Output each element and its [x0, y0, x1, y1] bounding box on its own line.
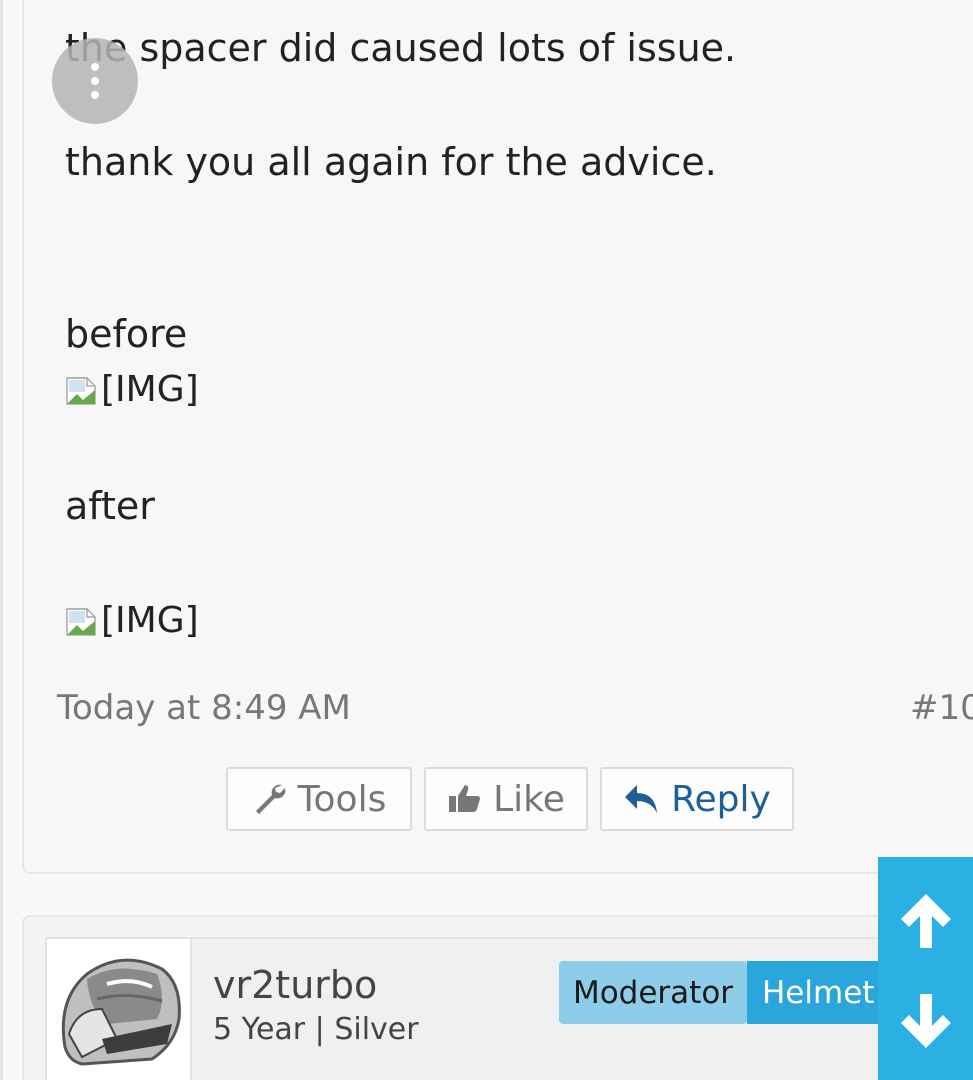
user-title: 5 Year | Silver	[213, 1012, 419, 1047]
helmet-avatar-image	[47, 939, 190, 1080]
image-placeholder-before[interactable]: [IMG]	[65, 366, 199, 412]
scroll-down-button[interactable]	[878, 975, 973, 1070]
arrow-up-icon	[897, 890, 955, 956]
thumbs-up-icon	[447, 782, 483, 816]
left-border	[0, 0, 3, 1080]
more-options-button[interactable]	[52, 38, 138, 124]
scroll-up-button[interactable]	[878, 875, 973, 970]
post-line-before: before	[65, 312, 188, 356]
tools-button[interactable]: Tools	[226, 767, 412, 831]
thread-page: the spacer did caused lots of issue. tha…	[0, 0, 973, 1080]
broken-image-icon	[65, 605, 99, 636]
wrench-icon	[252, 781, 288, 817]
post-timestamp[interactable]: Today at 8:49 AM	[57, 685, 351, 731]
avatar[interactable]	[47, 939, 192, 1080]
like-button-label: Like	[493, 778, 565, 820]
reply-arrow-icon	[623, 783, 661, 815]
post-line-thanks: thank you all again for the advice.	[65, 140, 717, 184]
image-placeholder-label: [IMG]	[101, 368, 199, 410]
tools-button-label: Tools	[297, 778, 387, 820]
username-link[interactable]: vr2turbo	[213, 962, 377, 1008]
post-permalink-number[interactable]: #10	[910, 685, 973, 731]
helmet-badge: Helmet	[747, 961, 887, 1024]
arrow-down-icon	[897, 990, 955, 1056]
post-line-after: after	[65, 484, 155, 528]
like-button[interactable]: Like	[424, 767, 588, 831]
reply-button[interactable]: Reply	[600, 767, 794, 831]
image-placeholder-label: [IMG]	[101, 599, 199, 641]
broken-image-icon	[65, 374, 99, 405]
post-line-spacer: the spacer did caused lots of issue.	[65, 26, 737, 70]
reply-button-label: Reply	[671, 778, 771, 820]
more-vertical-icon	[91, 63, 99, 71]
scroll-buttons	[878, 857, 973, 1080]
post-card	[22, 0, 973, 874]
image-placeholder-after[interactable]: [IMG]	[65, 597, 199, 643]
moderator-badge: Moderator	[559, 961, 747, 1024]
